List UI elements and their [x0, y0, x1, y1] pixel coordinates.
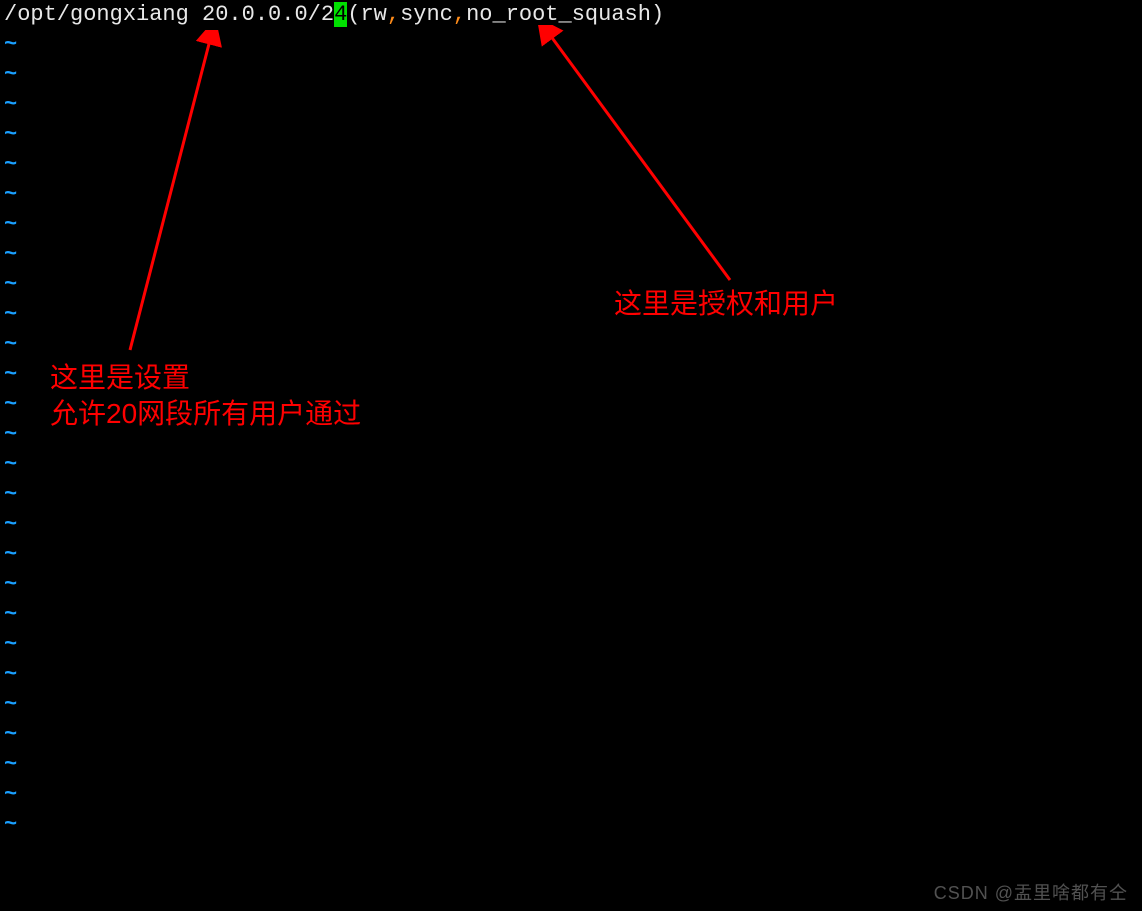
- empty-line-marker: ~: [0, 210, 1142, 240]
- option-rw: rw: [360, 2, 386, 27]
- empty-line-marker: ~: [0, 780, 1142, 810]
- path-segment: /opt/gongxiang 20.0.0.0/2: [4, 2, 334, 27]
- empty-line-marker: ~: [0, 60, 1142, 90]
- comma-1: ,: [387, 2, 400, 27]
- empty-line-marker: ~: [0, 270, 1142, 300]
- empty-line-marker: ~: [0, 540, 1142, 570]
- empty-line-marker: ~: [0, 180, 1142, 210]
- empty-line-marker: ~: [0, 450, 1142, 480]
- empty-line-marker: ~: [0, 30, 1142, 60]
- vi-editor[interactable]: /opt/gongxiang 20.0.0.0/24(rw,sync,no_ro…: [0, 0, 1142, 911]
- editor-line-1[interactable]: /opt/gongxiang 20.0.0.0/24(rw,sync,no_ro…: [0, 0, 1142, 30]
- empty-line-marker: ~: [0, 90, 1142, 120]
- option-no-root-squash: no_root_squash: [466, 2, 651, 27]
- empty-line-marker: ~: [0, 720, 1142, 750]
- empty-line-marker: ~: [0, 750, 1142, 780]
- empty-line-marker: ~: [0, 570, 1142, 600]
- empty-line-marker: ~: [0, 660, 1142, 690]
- empty-line-marker: ~: [0, 330, 1142, 360]
- empty-line-marker: ~: [0, 120, 1142, 150]
- empty-line-marker: ~: [0, 480, 1142, 510]
- empty-line-marker: ~: [0, 300, 1142, 330]
- watermark-text: CSDN @盂里啥都有仝: [934, 879, 1128, 905]
- empty-line-marker: ~: [0, 600, 1142, 630]
- comma-2: ,: [453, 2, 466, 27]
- empty-line-marker: ~: [0, 630, 1142, 660]
- empty-line-marker: ~: [0, 150, 1142, 180]
- empty-line-marker: ~: [0, 690, 1142, 720]
- empty-line-marker: ~: [0, 510, 1142, 540]
- annotation-left: 这里是设置 允许20网段所有用户通过: [50, 360, 361, 432]
- annotation-right: 这里是授权和用户: [614, 286, 838, 322]
- paren-close: ): [651, 2, 664, 27]
- text-cursor: 4: [334, 2, 347, 27]
- option-sync: sync: [400, 2, 453, 27]
- empty-line-marker: ~: [0, 240, 1142, 270]
- empty-line-marker: ~: [0, 810, 1142, 840]
- paren-open: (: [347, 2, 360, 27]
